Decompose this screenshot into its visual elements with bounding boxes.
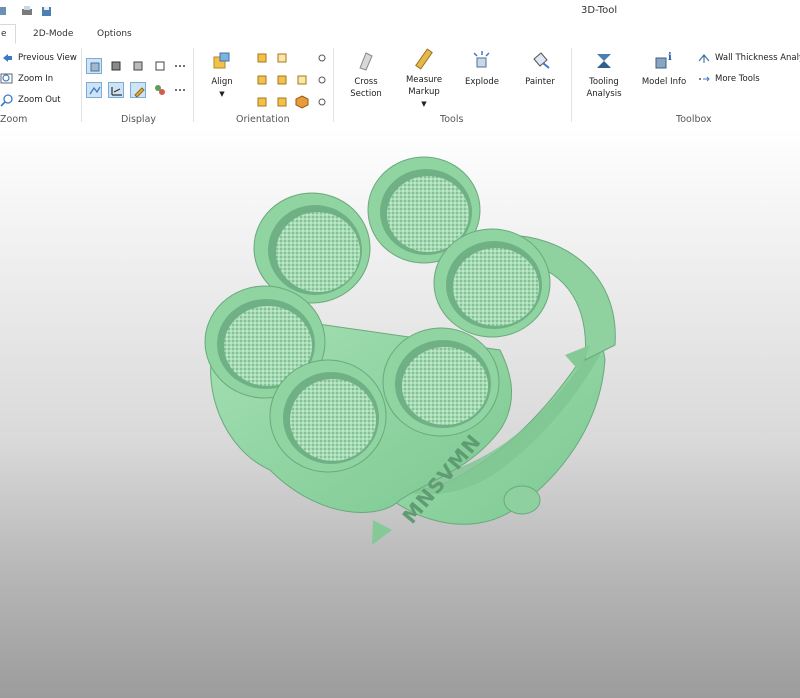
model-info-icon: i [653, 50, 675, 72]
ribbon: Previous View Zoom In Zoom Out Zoom Disp… [0, 44, 800, 129]
more-tools-label: More Tools [715, 74, 760, 84]
group-separator [81, 48, 82, 122]
measure-markup-label: Measure Markup [405, 75, 443, 97]
back-arrow-icon [0, 51, 14, 65]
previous-view-button[interactable]: Previous View [0, 51, 77, 65]
model-info-button[interactable]: i Model Info [640, 50, 688, 88]
paint-bucket-icon [529, 50, 551, 72]
view-cube-button[interactable] [294, 94, 310, 110]
cross-section-label: Cross Section [350, 77, 382, 99]
tooling-analysis-icon [593, 50, 615, 72]
rotate-right-button[interactable] [314, 72, 330, 88]
display-group-label: Display [121, 114, 157, 125]
measure-markup-button[interactable]: Measure Markup ▼ [402, 48, 446, 110]
print-icon[interactable] [20, 4, 34, 18]
zoom-group-label: Zoom [0, 114, 28, 125]
more-tools-icon [697, 72, 711, 86]
edges-toggle-button[interactable] [86, 82, 102, 98]
view-iso-button[interactable] [274, 94, 290, 110]
cross-section-icon [355, 50, 377, 72]
view-bottom-button[interactable] [254, 94, 270, 110]
quick-access-toolbar [0, 4, 54, 18]
view-front-button[interactable] [254, 50, 270, 66]
tab-home[interactable]: e [0, 24, 16, 44]
save-icon[interactable] [40, 4, 54, 18]
group-separator [571, 48, 572, 122]
3d-viewport[interactable]: MNSVMN [0, 128, 800, 698]
tab-options[interactable]: Options [97, 29, 132, 39]
explode-button[interactable]: Explode [461, 50, 503, 88]
tooling-analysis-label: Tooling Analysis [586, 77, 622, 99]
cross-section-button[interactable]: Cross Section [346, 50, 386, 100]
rotate-flip-button[interactable] [314, 94, 330, 110]
wall-thickness-icon [697, 51, 711, 65]
view-right-button[interactable] [274, 72, 290, 88]
wall-thickness-button[interactable]: Wall Thickness Analys [697, 51, 800, 65]
zoom-in-icon [0, 72, 14, 86]
painter-button[interactable]: Painter [521, 50, 559, 88]
previous-view-label: Previous View [18, 53, 77, 63]
align-icon [211, 50, 233, 72]
align-dropdown-arrow[interactable]: ▼ [219, 90, 224, 98]
more-tools-button[interactable]: More Tools [697, 72, 760, 86]
cup-right [433, 228, 551, 338]
cup-bottom-left [269, 359, 387, 473]
open-icon[interactable] [0, 4, 14, 18]
tools-group-label: Tools [440, 114, 464, 125]
align-button[interactable]: Align ▼ [207, 50, 237, 100]
group-separator [193, 48, 194, 122]
display-more-dropdown-2[interactable] [172, 82, 188, 98]
rotate-left-button[interactable] [314, 50, 330, 66]
group-separator [333, 48, 334, 122]
tab-2d-mode[interactable]: 2D-Mode [33, 29, 73, 39]
ring-model[interactable]: MNSVMN [0, 128, 800, 698]
cup-bottom-right [382, 327, 500, 437]
ruler-icon [413, 48, 435, 70]
ribbon-tabs: e 2D-Mode Options [0, 24, 800, 45]
display-more-dropdown[interactable] [172, 58, 188, 74]
section-lines-button[interactable] [108, 82, 124, 98]
zoom-out-label: Zoom Out [18, 95, 61, 105]
zoom-out-icon [0, 93, 14, 107]
align-label: Align [211, 77, 233, 87]
hidden-line-button[interactable] [130, 58, 146, 74]
wireframe-button[interactable] [152, 58, 168, 74]
pencil-markup-button[interactable] [130, 82, 146, 98]
explode-label: Explode [465, 77, 499, 87]
transparency-button[interactable] [152, 82, 168, 98]
orientation-group-label: Orientation [236, 114, 290, 125]
svg-text:i: i [668, 52, 672, 63]
ring-spike-2 [372, 520, 392, 545]
ring-knob [503, 485, 541, 515]
tooling-analysis-button[interactable]: Tooling Analysis [583, 50, 625, 100]
shaded-edges-button[interactable] [108, 58, 124, 74]
shaded-mode-button[interactable] [86, 58, 102, 74]
measure-dropdown-arrow[interactable]: ▼ [421, 100, 426, 108]
zoom-out-button[interactable]: Zoom Out [0, 93, 61, 107]
view-back-button[interactable] [274, 50, 290, 66]
toolbox-group-label: Toolbox [676, 114, 712, 125]
view-left-button[interactable] [254, 72, 270, 88]
painter-label: Painter [525, 77, 555, 87]
title-bar: 3D-Tool [0, 0, 800, 24]
view-top-button[interactable] [294, 72, 310, 88]
zoom-in-label: Zoom In [18, 74, 54, 84]
explode-icon [471, 50, 493, 72]
zoom-in-button[interactable]: Zoom In [0, 72, 53, 86]
model-info-label: Model Info [641, 77, 687, 87]
wall-thickness-label: Wall Thickness Analys [715, 53, 800, 63]
